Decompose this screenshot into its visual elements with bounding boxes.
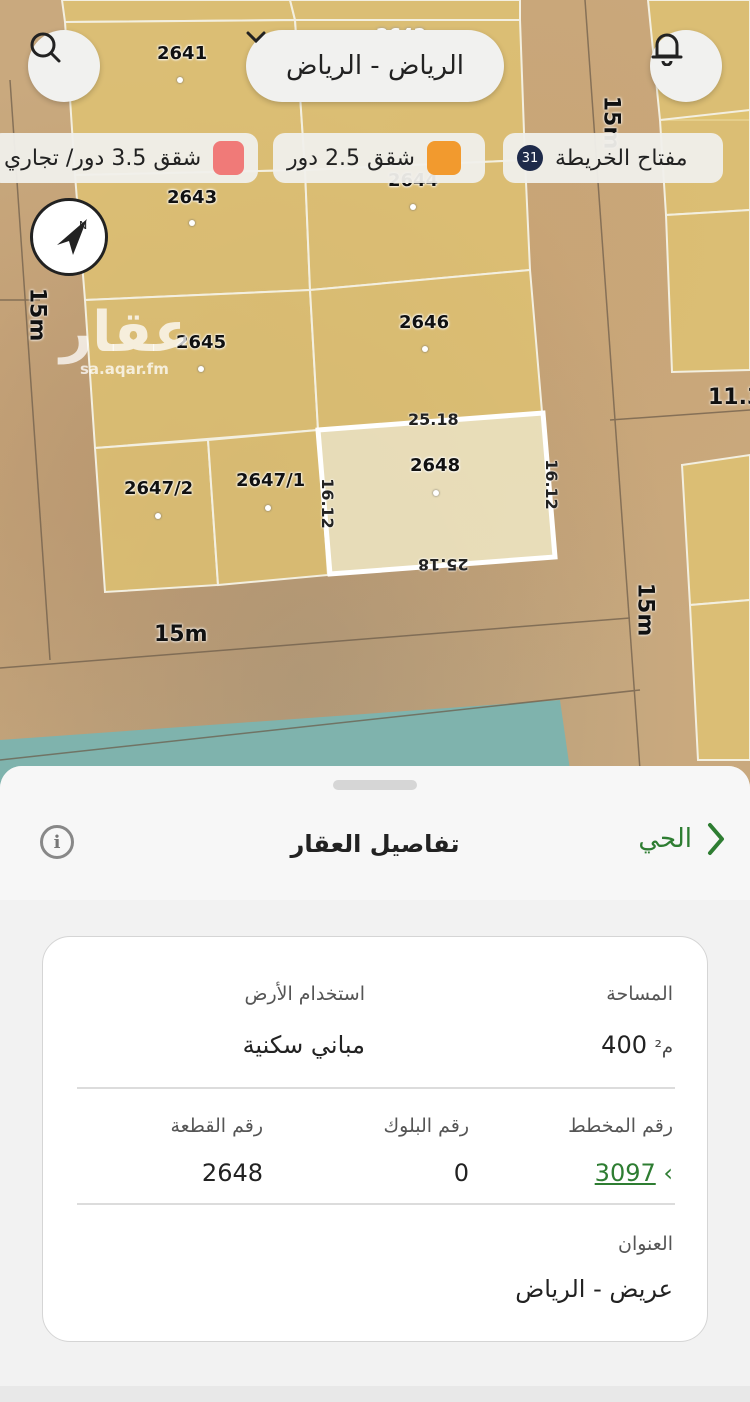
neighborhood-label: الحي	[638, 824, 692, 854]
plot-label: 2648	[410, 455, 461, 476]
plot-marker[interactable]	[189, 220, 195, 226]
map-key-label: مفتاح الخريطة	[555, 145, 688, 171]
plot-label: 2647/1	[236, 470, 306, 491]
parcel	[688, 598, 750, 761]
block-label: رقم البلوك	[383, 1115, 469, 1137]
legend-swatch	[426, 141, 461, 175]
area-value: 400 م²	[601, 1031, 673, 1059]
parcel	[288, 0, 521, 21]
map-key-chip[interactable]: 31 مفتاح الخريطة	[503, 133, 723, 183]
land-use-value: مباني سكنية	[242, 1031, 365, 1059]
street-width-label: 15m	[632, 582, 658, 637]
dimension-top: 25.18	[408, 410, 459, 429]
divider	[77, 1203, 675, 1205]
plot-label: 2647/2	[124, 478, 194, 499]
street-width-label: 15m	[154, 622, 208, 647]
property-details-sheet: i تفاصيل العقار الحي المساحة 400 م² استخ…	[0, 766, 750, 1402]
bell-icon	[651, 33, 683, 66]
search-icon	[30, 32, 61, 63]
city-label: الرياض - الرياض	[285, 51, 465, 81]
dimension-bottom: 25.18	[418, 555, 469, 574]
chevron-down-icon	[246, 31, 266, 44]
dimension-right: 16.12	[541, 459, 561, 510]
city-selector[interactable]: الرياض - الرياض	[246, 30, 504, 102]
plot-number-value: 2648	[201, 1159, 263, 1187]
plot-number-label: رقم القطعة	[170, 1115, 263, 1137]
plot-marker[interactable]	[265, 505, 271, 511]
legend-label: شقق 3.5 دور/ تجاري	[4, 145, 202, 171]
chevron-left-icon: ‹	[663, 1159, 673, 1187]
compass-icon[interactable]: N	[30, 198, 108, 276]
address-label: العنوان	[617, 1233, 673, 1255]
street-width-label: 15m	[24, 287, 50, 342]
search-button[interactable]	[28, 30, 100, 102]
plan-label: رقم المخطط	[568, 1115, 673, 1137]
legend-chip[interactable]: شقق 2.5 دور	[273, 133, 485, 183]
parcel	[680, 453, 750, 607]
plot-label: 2646	[399, 312, 450, 333]
bottom-bar	[0, 1386, 750, 1402]
plot-label: 2643	[167, 187, 218, 208]
plot-marker[interactable]	[433, 490, 439, 496]
notifications-button[interactable]	[650, 30, 722, 102]
plot-marker[interactable]	[155, 513, 161, 519]
map-parcels	[0, 0, 750, 790]
street-width-label: 11.3	[708, 385, 750, 410]
map-view[interactable]: 2641 2642 2643 2644 2645 2646 2647/2 264…	[0, 0, 750, 800]
plot-marker[interactable]	[177, 77, 183, 83]
neighborhood-link[interactable]: الحي	[638, 822, 726, 856]
divider	[77, 1087, 675, 1089]
plot-marker[interactable]	[198, 366, 204, 372]
legend-label: شقق 2.5 دور	[287, 145, 415, 171]
dimension-left: 16.12	[317, 478, 337, 529]
parcel	[60, 0, 297, 24]
sheet-header: i تفاصيل العقار الحي	[0, 766, 750, 900]
block-value: 0	[453, 1159, 469, 1187]
legend-swatch	[213, 141, 244, 175]
drag-handle[interactable]	[333, 780, 417, 790]
address-value: عريض - الرياض	[515, 1275, 673, 1303]
watermark-logo: عقار	[60, 300, 192, 365]
land-use-label: استخدام الأرض	[244, 983, 365, 1005]
plot-marker[interactable]	[410, 204, 416, 210]
map-key-count: 31	[517, 145, 543, 171]
area-label: المساحة	[606, 983, 673, 1005]
parcel	[664, 208, 750, 374]
watermark-site: sa.aqar.fm	[80, 360, 169, 378]
plot-marker[interactable]	[422, 346, 428, 352]
chevron-right-icon	[708, 823, 724, 855]
legend-chip[interactable]: شقق 3.5 دور/ تجاري	[0, 133, 258, 183]
details-card: المساحة 400 م² استخدام الأرض مباني سكنية…	[42, 936, 708, 1342]
plot-label: 2641	[157, 43, 208, 64]
svg-text:N: N	[79, 219, 87, 232]
plan-link[interactable]: 3097 ‹	[595, 1159, 673, 1187]
